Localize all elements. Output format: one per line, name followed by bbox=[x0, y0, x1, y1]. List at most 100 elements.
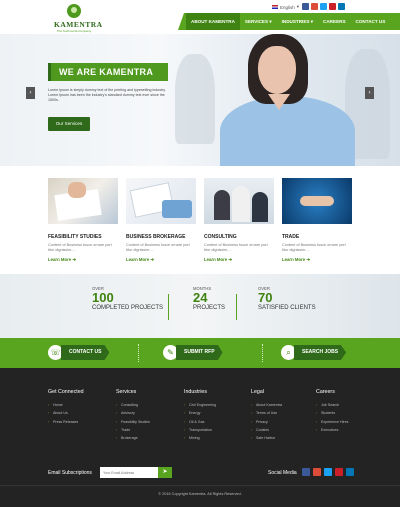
twitter-icon[interactable] bbox=[320, 3, 327, 10]
service-card[interactable]: BUSINESS BROKERAGE Content of Business f… bbox=[126, 178, 196, 263]
stat-projects-completed: OVER 100 COMPLETED PROJECTS bbox=[92, 286, 163, 311]
service-image bbox=[204, 178, 274, 224]
site-footer: Get Connected Home About Us Press Releas… bbox=[0, 368, 400, 507]
footer-link[interactable]: Press Releases bbox=[48, 418, 84, 427]
nav-about[interactable]: ABOUT KAMENTRA bbox=[186, 13, 240, 30]
email-subscription-label: Email Subscriptions bbox=[48, 470, 92, 476]
logo[interactable]: KAMENTRA The Technocrat Company bbox=[54, 4, 102, 33]
flag-icon bbox=[272, 5, 278, 9]
footer-link[interactable]: Consulting bbox=[116, 401, 150, 410]
cta-divider bbox=[262, 344, 263, 362]
cta-label: SUBMIT RFP bbox=[176, 345, 223, 360]
footer-link[interactable]: Oil & Gas bbox=[184, 418, 216, 427]
linkedin-icon[interactable] bbox=[338, 3, 345, 10]
footer-link[interactable]: Experience Hires bbox=[316, 418, 348, 427]
service-title: CONSULTING bbox=[204, 234, 237, 240]
email-submit-button[interactable]: ➤ bbox=[158, 467, 172, 478]
nav-contact[interactable]: CONTACT US bbox=[351, 13, 391, 30]
service-card[interactable]: TRADE Content of Business fusce ornare p… bbox=[282, 178, 352, 263]
language-selector[interactable]: English ▾ bbox=[272, 4, 299, 10]
learn-more-link[interactable]: Learn More ➔ bbox=[48, 257, 118, 263]
brand-tagline: The Technocrat Company bbox=[56, 29, 92, 33]
slider-prev-arrow[interactable]: ‹ bbox=[26, 87, 35, 99]
footer-link[interactable]: Energy bbox=[184, 409, 216, 418]
footer-link[interactable]: Mining bbox=[184, 434, 216, 443]
footer-col-connected: Get Connected Home About Us Press Releas… bbox=[48, 389, 84, 426]
language-label: English bbox=[280, 4, 295, 10]
pinterest-icon[interactable] bbox=[335, 468, 343, 476]
footer-col-legal: Legal About Kamentra Terms of Use Privac… bbox=[251, 389, 282, 443]
footer-link[interactable]: Civil Engineering bbox=[184, 401, 216, 410]
learn-more-link[interactable]: Learn More ➔ bbox=[204, 257, 274, 263]
footer-link[interactable]: Privacy bbox=[251, 418, 282, 427]
stat-number: 100 bbox=[92, 290, 114, 305]
footer-link[interactable]: Advisory bbox=[116, 409, 150, 418]
cta-label: SEARCH JOBS bbox=[294, 345, 347, 360]
footer-link[interactable]: Transportation bbox=[184, 426, 216, 435]
google-plus-icon[interactable] bbox=[311, 3, 318, 10]
search-jobs-cta[interactable]: ⌕ SEARCH JOBS bbox=[281, 345, 347, 360]
pinterest-icon[interactable] bbox=[329, 3, 336, 10]
site-header: KAMENTRA The Technocrat Company English … bbox=[0, 0, 400, 34]
stat-label: PROJECTS bbox=[193, 305, 226, 311]
learn-more-link[interactable]: Learn More ➔ bbox=[126, 257, 196, 263]
footer-link[interactable]: Feasibility Studies bbox=[116, 418, 150, 427]
submit-rfp-cta[interactable]: ✎ SUBMIT RFP bbox=[163, 345, 223, 360]
contact-us-cta[interactable]: ☏ CONTACT US bbox=[48, 345, 110, 360]
footer-link[interactable]: Cookies bbox=[251, 426, 282, 435]
footer-col-services: Services Consulting Advisory Feasibility… bbox=[116, 389, 150, 443]
footer-col-title: Services bbox=[116, 389, 137, 395]
facebook-icon[interactable] bbox=[302, 3, 309, 10]
service-image bbox=[126, 178, 196, 224]
service-card[interactable]: FEASIBILITY STUDIES Content of Business … bbox=[48, 178, 118, 263]
service-title: FEASIBILITY STUDIES bbox=[48, 234, 102, 240]
google-plus-icon[interactable] bbox=[313, 468, 321, 476]
chevron-down-icon: ▾ bbox=[296, 4, 300, 9]
hero-text: Lorem Ipsum is simply dummy text of the … bbox=[48, 88, 166, 103]
search-icon: ⌕ bbox=[281, 345, 296, 360]
twitter-icon[interactable] bbox=[324, 468, 332, 476]
service-title: TRADE bbox=[282, 234, 300, 240]
footer-link[interactable]: Brokerage bbox=[116, 434, 150, 443]
footer-link[interactable]: Trade bbox=[116, 426, 150, 435]
contact-icon: ☏ bbox=[48, 345, 63, 360]
facebook-icon[interactable] bbox=[302, 468, 310, 476]
footer-link[interactable]: About Kamentra bbox=[251, 401, 282, 410]
nav-services[interactable]: SERVICES ▾ bbox=[240, 13, 277, 30]
nav-careers[interactable]: CAREERS bbox=[318, 13, 350, 30]
learn-more-link[interactable]: Learn More ➔ bbox=[282, 257, 352, 263]
service-card[interactable]: CONSULTING Content of Business fusce orn… bbox=[204, 178, 274, 263]
stats-section: OVER 100 COMPLETED PROJECTS MONTHS 24 PR… bbox=[0, 274, 400, 338]
cta-label: CONTACT US bbox=[61, 345, 110, 360]
service-desc: Content of Business fusce ornare port ti… bbox=[126, 243, 190, 252]
service-image bbox=[48, 178, 118, 224]
linkedin-icon[interactable] bbox=[346, 468, 354, 476]
footer-link[interactable]: Safe Harbor bbox=[251, 434, 282, 443]
hero-photo bbox=[220, 34, 370, 166]
copyright: © 2016 Copyright Kamentra. All Rights Re… bbox=[158, 492, 242, 496]
footer-link[interactable]: Home bbox=[48, 401, 84, 410]
footer-link[interactable]: About Us bbox=[48, 409, 84, 418]
logo-mark-icon bbox=[67, 4, 81, 18]
footer-link[interactable]: Terms of Use bbox=[251, 409, 282, 418]
our-services-button[interactable]: Our Services bbox=[48, 117, 90, 131]
email-input[interactable] bbox=[100, 467, 158, 478]
stat-clients: OVER 70 SATISFIED CLIENTS bbox=[258, 286, 316, 311]
nav-industries[interactable]: INDUSTRIES ▾ bbox=[277, 13, 318, 30]
footer-link[interactable]: Executives bbox=[316, 426, 348, 435]
footer-col-industries: Industries Civil Engineering Energy Oil … bbox=[184, 389, 216, 443]
stat-divider bbox=[168, 294, 169, 320]
top-social-links bbox=[302, 3, 345, 10]
service-desc: Content of Business fusce ornare port ti… bbox=[282, 243, 346, 252]
service-desc: Content of Business fusce ornare port ti… bbox=[204, 243, 268, 252]
main-nav: ABOUT KAMENTRA SERVICES ▾ INDUSTRIES ▾ C… bbox=[178, 13, 400, 30]
hero-title: WE ARE KAMENTRA bbox=[48, 63, 168, 81]
footer-col-title: Legal bbox=[251, 389, 264, 395]
stat-label: SATISFIED CLIENTS bbox=[258, 305, 316, 311]
stat-divider bbox=[236, 294, 237, 320]
footer-link[interactable]: Students bbox=[316, 409, 348, 418]
cta-bar: ☏ CONTACT US ✎ SUBMIT RFP ⌕ SEARCH JOBS bbox=[0, 338, 400, 368]
slider-next-arrow[interactable]: › bbox=[365, 87, 374, 99]
footer-link[interactable]: Job Search bbox=[316, 401, 348, 410]
cta-divider bbox=[138, 344, 139, 362]
